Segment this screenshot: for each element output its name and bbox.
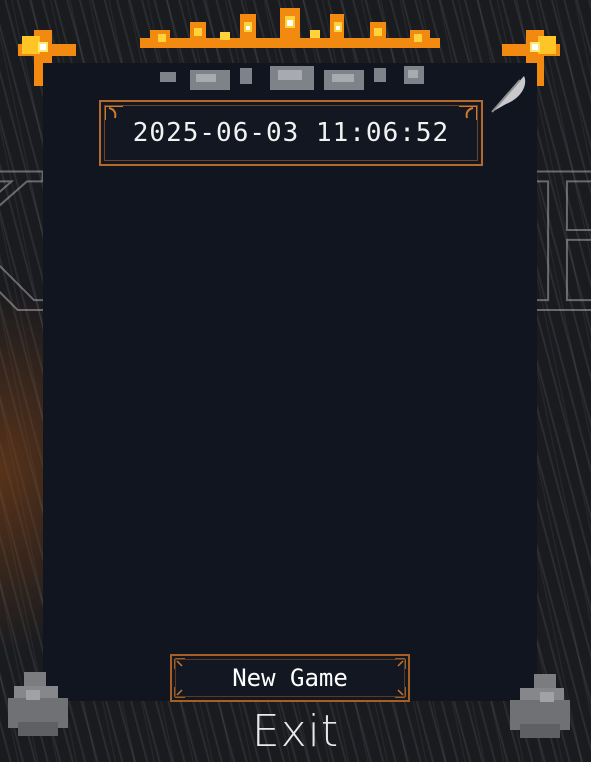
ornament-icon (459, 105, 478, 120)
chain-icon (160, 66, 424, 90)
ornament-icon (395, 658, 406, 669)
save-slot-button[interactable]: 2025-06-03 11:06:52 (99, 100, 483, 166)
feather-icon (491, 76, 526, 113)
flame-crown-icon (140, 8, 440, 48)
save-timestamp: 2025-06-03 11:06:52 (132, 118, 450, 148)
new-game-button[interactable]: New Game (170, 654, 410, 702)
ornament-icon (174, 687, 185, 698)
ornament-icon (395, 687, 406, 698)
ornament-icon (174, 658, 185, 669)
exit-button[interactable]: Exit (0, 706, 591, 757)
new-game-label: New Game (232, 664, 348, 692)
ornament-icon (104, 105, 123, 120)
background-title-letter-left: K (0, 149, 48, 341)
